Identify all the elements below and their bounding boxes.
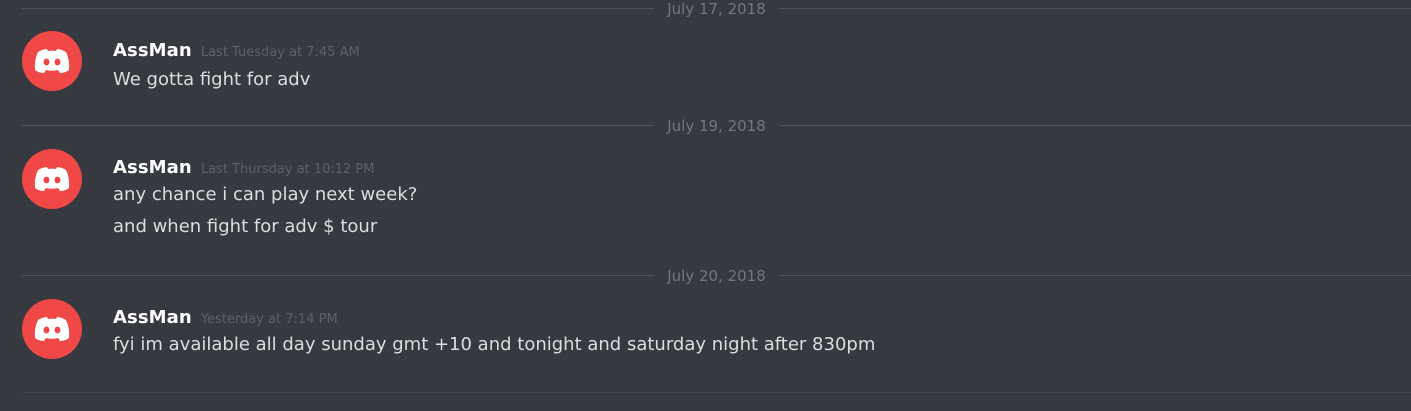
discord-logo-icon (34, 167, 70, 191)
message-header: AssMan Yesterday at 7:14 PM (113, 307, 875, 329)
message-separator (22, 392, 1411, 393)
username[interactable]: AssMan (113, 307, 192, 328)
date-divider-label: July 17, 2018 (653, 0, 780, 18)
timestamp[interactable]: Last Thursday at 10:12 PM (201, 162, 375, 177)
date-divider-label: July 19, 2018 (653, 117, 780, 135)
message-text: We gotta fight for adv (113, 69, 311, 90)
avatar[interactable] (22, 299, 82, 359)
discord-logo-icon (34, 49, 70, 73)
username[interactable]: AssMan (113, 157, 192, 178)
timestamp[interactable]: Yesterday at 7:14 PM (201, 312, 338, 327)
message-header: AssMan Last Thursday at 10:12 PM (113, 157, 417, 179)
message-content: AssMan Last Thursday at 10:12 PM any cha… (113, 149, 417, 243)
chat-message-list[interactable]: July 17, 2018 AssMan Last Tuesday at 7:4… (0, 0, 1411, 411)
date-divider: July 17, 2018 (22, 0, 1411, 18)
message-content: AssMan Last Tuesday at 7:45 AM We gotta … (113, 31, 360, 96)
message-text: any chance i can play next week? (113, 184, 418, 205)
username[interactable]: AssMan (113, 40, 192, 61)
avatar[interactable] (22, 149, 82, 209)
avatar[interactable] (22, 31, 82, 91)
discord-logo-icon (34, 317, 70, 341)
message-text: fyi im available all day sunday gmt +10 … (113, 334, 876, 355)
message-content: AssMan Yesterday at 7:14 PM fyi im avail… (113, 299, 875, 361)
message-text: and when fight for adv $ tour (113, 216, 378, 237)
timestamp[interactable]: Last Tuesday at 7:45 AM (201, 45, 360, 60)
date-divider-label: July 20, 2018 (653, 267, 780, 285)
date-divider: July 20, 2018 (22, 267, 1411, 285)
message-header: AssMan Last Tuesday at 7:45 AM (113, 40, 360, 62)
date-divider: July 19, 2018 (22, 117, 1411, 135)
